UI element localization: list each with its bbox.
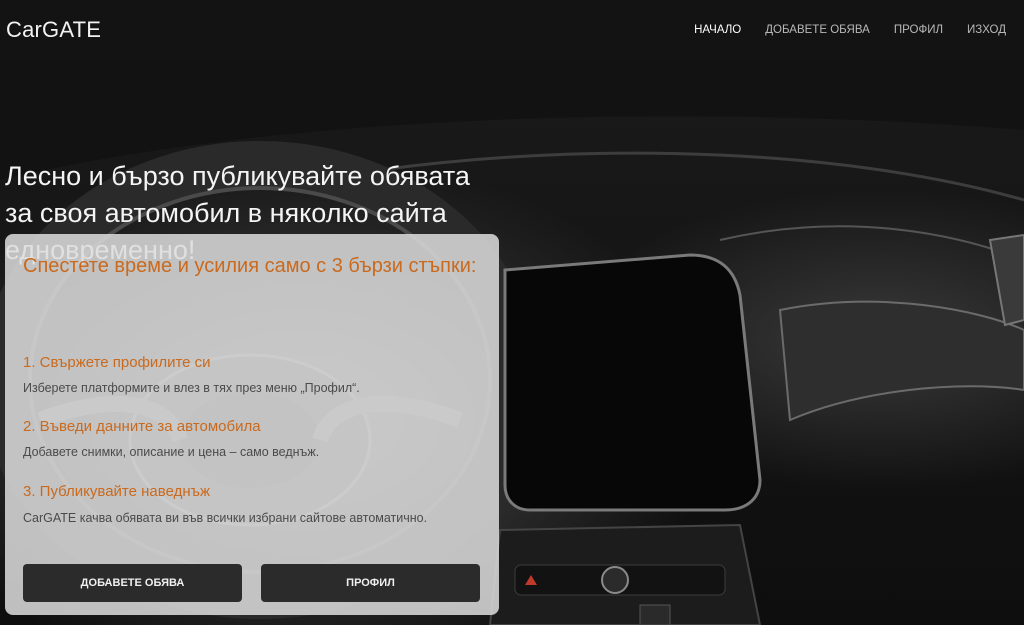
step-2-title: 2. Въведи данните за автомобила [23,418,261,435]
nav-link-profile[interactable]: ПРОФИЛ [882,0,955,60]
add-listing-button[interactable]: ДОБАВЕТЕ ОБЯВА [23,564,242,602]
step-3-title: 3. Публикувайте наведнъж [23,483,211,500]
nav-link-add-listing[interactable]: ДОБАВЕТЕ ОБЯВА [753,0,882,60]
steps-card: Спестете време и усилия само с 3 бързи с… [5,234,499,615]
step-2-text: Добавете снимки, описание и цена – само … [23,445,320,459]
brand-logo[interactable]: CarGATE [6,17,101,43]
nav-link-logout[interactable]: ИЗХОД [955,0,1018,60]
top-navbar: CarGATE НАЧАЛО ДОБАВЕТЕ ОБЯВА ПРОФИЛ ИЗХ… [0,0,1024,60]
main-nav: НАЧАЛО ДОБАВЕТЕ ОБЯВА ПРОФИЛ ИЗХОД [682,0,1018,60]
card-title: Спестете време и усилия само с 3 бързи с… [23,255,477,277]
profile-button[interactable]: ПРОФИЛ [261,564,480,602]
step-1-title: 1. Свържете профилите си [23,354,211,371]
step-3-text: CarGATE качва обявата ви във всички избр… [23,511,428,525]
step-1-text: Изберете платформите и влез в тях през м… [23,381,360,395]
nav-link-home[interactable]: НАЧАЛО [682,0,753,60]
